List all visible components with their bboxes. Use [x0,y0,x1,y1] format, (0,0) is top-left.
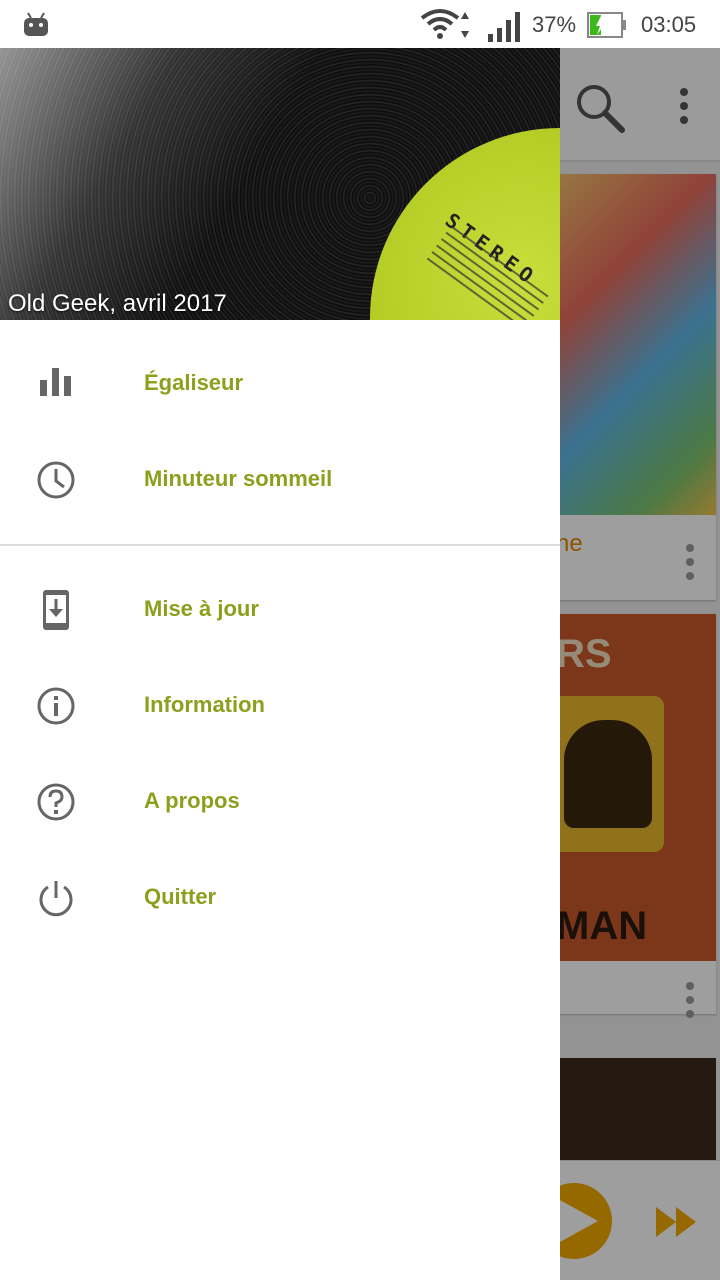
menu-item-label: Quitter [144,884,217,909]
drawer-header: STEREO Old Geek, avril 2017 [0,48,560,320]
menu-item-label: Mise à jour [144,596,259,621]
status-bar: 37% 03:05 [0,0,720,48]
menu-item-update[interactable]: Mise à jour [0,562,560,658]
menu-item-label: Minuteur sommeil [144,466,333,491]
battery-charging-icon [587,12,626,38]
update-download-icon [43,590,69,630]
drawer-menu: Égaliseur Minuteur sommeil Mise à jour I… [0,320,560,946]
clock-icon [37,461,75,499]
info-icon [37,687,75,725]
equalizer-icon [40,368,71,396]
signal-icon [488,12,520,42]
wifi-icon [420,9,469,39]
help-icon [37,783,75,821]
menu-item-information[interactable]: Information [0,658,560,754]
menu-item-equalizer[interactable]: Égaliseur [0,336,560,432]
header-caption: Old Geek, avril 2017 [8,290,227,317]
menu-item-label: Information [144,692,265,717]
menu-item-quit[interactable]: Quitter [0,850,560,946]
navigation-drawer: STEREO Old Geek, avril 2017 Égaliseur Mi… [0,48,560,1280]
menu-item-label: A propos [144,788,240,813]
power-icon [39,881,73,917]
battery-percent: 37% [532,12,577,37]
android-icon [24,12,48,36]
menu-item-sleep-timer[interactable]: Minuteur sommeil [0,432,560,528]
menu-item-about[interactable]: A propos [0,754,560,850]
menu-item-label: Égaliseur [144,370,244,395]
divider [0,544,560,546]
clock-time: 03:05 [641,12,697,37]
